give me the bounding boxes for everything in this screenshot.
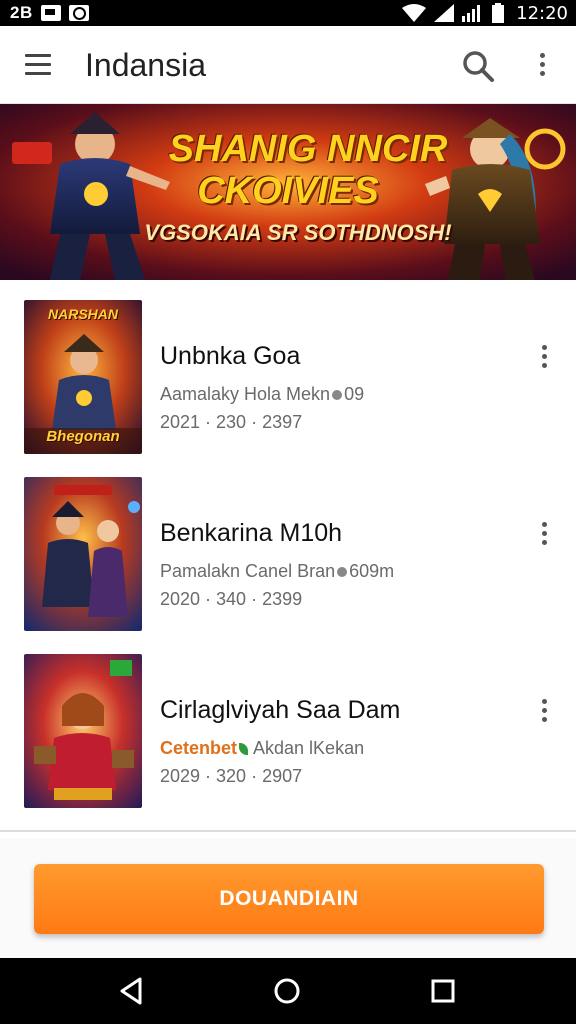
item-thumbnail: NARSHAN Bhegonan	[24, 300, 142, 454]
item-more-button[interactable]	[530, 694, 558, 730]
item-title: Cirlaglviyah Saa Dam	[160, 696, 401, 724]
more-vert-icon	[530, 694, 558, 722]
thumbnail-caption-bottom: Bhegonan	[46, 428, 120, 445]
item-thumbnail	[24, 477, 142, 631]
item-thumbnail	[24, 654, 142, 808]
recents-icon	[431, 979, 455, 1003]
status-bar-left: 2B	[10, 3, 89, 23]
back-button[interactable]	[114, 974, 148, 1008]
list-item[interactable]: NARSHAN Bhegonan Unbnka Goa Aamalaky Hol…	[0, 298, 576, 458]
item-more-button[interactable]	[530, 517, 558, 553]
leaf-icon	[239, 743, 249, 756]
status-text: 2B	[10, 3, 33, 22]
item-subtitle-text: Aamalaky Hola Mekn	[160, 384, 331, 404]
item-date: 2021 · 230 · 2397	[160, 412, 303, 432]
download-button[interactable]: DOUANDIAIN	[34, 864, 544, 934]
image-notification-icon	[40, 5, 61, 21]
banner-headline: SHANIG NNCIR	[168, 128, 448, 170]
more-vert-icon	[528, 48, 556, 76]
item-thumbnail-art	[24, 654, 142, 808]
list-item[interactable]: Cirlaglviyah Saa Dam Cetenbet Akdan lKeka…	[0, 652, 576, 812]
item-subtitle-suffix: 09	[344, 384, 365, 404]
more-vert-icon	[530, 340, 558, 368]
thumbnail-caption-top: NARSHAN	[48, 306, 118, 322]
item-subtitle-text: Pamalakn Canel Bran	[160, 561, 336, 581]
battery-icon	[492, 3, 505, 23]
item-subtitle-text: Akdan lKekan	[253, 738, 365, 758]
status-bar-right: 12:20	[402, 3, 568, 24]
gear-icon	[332, 390, 343, 401]
home-icon	[274, 978, 300, 1004]
app-bar: Indansia	[0, 26, 576, 104]
status-time: 12:20	[516, 2, 568, 24]
list-item[interactable]: Benkarina M10h Pamalakn Canel Bran 609m 2…	[0, 475, 576, 635]
menu-icon-bar	[25, 63, 51, 66]
item-subtitle: Pamalakn Canel Bran 609m	[160, 561, 394, 582]
app-title: Indansia	[85, 47, 206, 83]
item-title: Benkarina M10h	[160, 519, 343, 547]
item-date: 2020 · 340 · 2399	[160, 589, 303, 609]
more-options-button[interactable]	[528, 48, 556, 84]
item-subtitle: Aamalaky Hola Mekn 09	[160, 384, 364, 405]
promo-banner[interactable]: SHANIG NNCIR CKOIVIES VGSOKAIA SR SOTHDN…	[0, 104, 576, 280]
item-more-button[interactable]	[530, 340, 558, 376]
back-icon	[120, 977, 142, 1005]
banner-headline-line2: CKOIVIES	[197, 170, 379, 212]
menu-button[interactable]	[22, 52, 56, 78]
search-icon	[463, 51, 494, 82]
record-notification-icon	[68, 5, 89, 21]
home-button[interactable]	[270, 974, 304, 1008]
search-button[interactable]	[458, 46, 498, 86]
banner-tagline: VGSOKAIA SR SOTHDNOSH!	[144, 220, 452, 245]
item-subtitle-tag: Cetenbet	[160, 738, 238, 758]
item-date: 2029 · 320 · 2907	[160, 766, 303, 786]
recents-button[interactable]	[426, 974, 460, 1008]
signal-icon	[434, 4, 455, 22]
signal-icon	[462, 5, 481, 22]
status-bar: 2B 12:20	[0, 0, 576, 26]
menu-icon-bar	[25, 72, 51, 75]
system-nav-bar	[0, 958, 576, 1024]
item-thumbnail-art	[24, 477, 142, 631]
content-list: NARSHAN Bhegonan Unbnka Goa Aamalaky Hol…	[0, 284, 576, 832]
gear-icon	[337, 567, 348, 578]
item-title: Unbnka Goa	[160, 342, 301, 370]
item-subtitle: Cetenbet Akdan lKekan	[160, 738, 364, 759]
menu-icon	[25, 54, 51, 57]
item-subtitle-suffix: 609m	[349, 561, 395, 581]
more-vert-icon	[530, 517, 558, 545]
wifi-icon	[402, 4, 427, 22]
